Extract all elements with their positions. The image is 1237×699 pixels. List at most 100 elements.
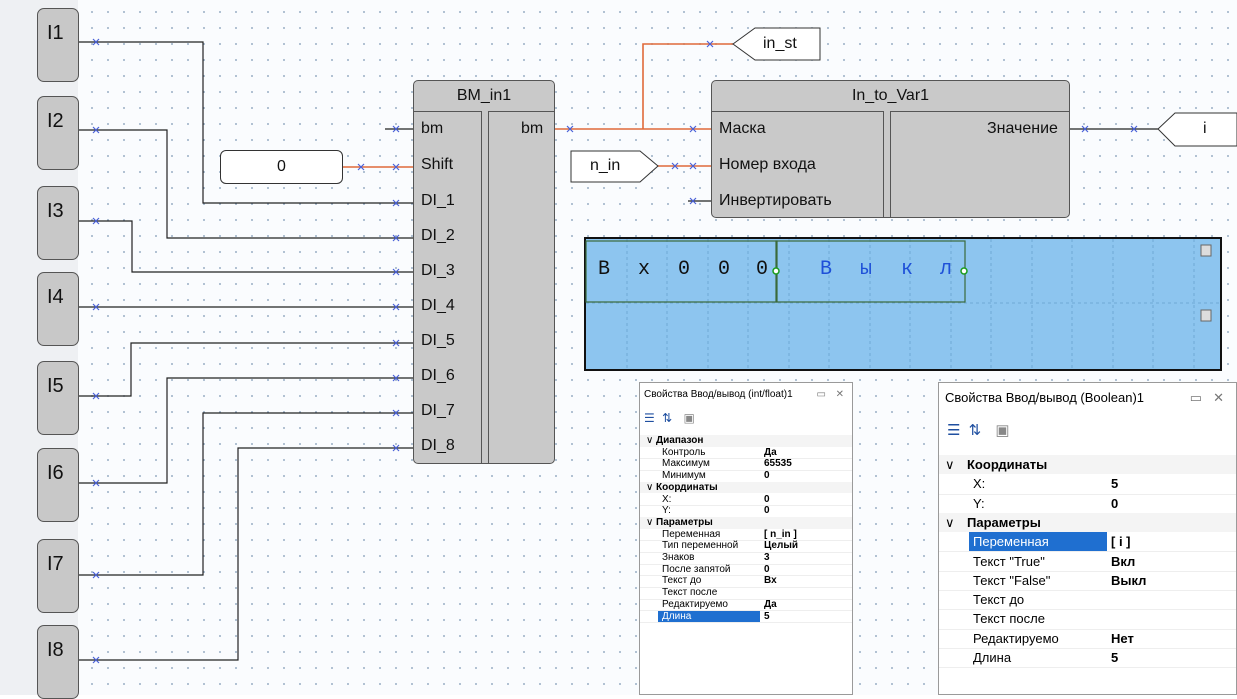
- property-value[interactable]: 0: [1111, 494, 1118, 513]
- pin-invert[interactable]: Инвертировать: [719, 192, 832, 210]
- property-value[interactable]: Вкл: [1111, 552, 1135, 571]
- property-category[interactable]: ∨ Координаты: [640, 481, 852, 494]
- input-block-i5[interactable]: I5: [37, 361, 79, 435]
- chevron-down-icon[interactable]: ∨: [945, 455, 955, 474]
- pin-di-4[interactable]: DI_4: [421, 297, 455, 315]
- pin-di-7[interactable]: DI_7: [421, 402, 455, 420]
- panel-bool-pin-icon[interactable]: ▭: [1190, 383, 1202, 413]
- property-row[interactable]: X: 5: [939, 474, 1236, 495]
- categorized-icon[interactable]: ☰: [947, 422, 960, 439]
- panel-int-close-icon[interactable]: ✕: [836, 383, 844, 407]
- tag-in-st[interactable]: in_st: [763, 35, 797, 53]
- tag-n-in[interactable]: n_in: [590, 157, 620, 175]
- category-label: Параметры: [967, 514, 1041, 530]
- lcd-char: 0: [678, 258, 691, 281]
- pin-di-1[interactable]: DI_1: [421, 192, 455, 210]
- property-name: Минимум: [662, 470, 706, 482]
- lcd-char: 0: [756, 258, 769, 281]
- panel-int-pin-icon[interactable]: ▭: [817, 383, 826, 407]
- property-value[interactable]: 0: [764, 470, 770, 482]
- pin-bm-in[interactable]: bm: [421, 120, 443, 138]
- property-value[interactable]: Да: [764, 447, 777, 459]
- property-value[interactable]: 0: [764, 564, 770, 576]
- property-category[interactable]: ∨ Координаты: [939, 455, 1236, 475]
- property-name: Редактируемо: [973, 630, 1059, 646]
- property-name: Текст "False": [973, 572, 1051, 588]
- panel-bool-close-icon[interactable]: ✕: [1213, 383, 1224, 413]
- wire-i6: [79, 377, 413, 484]
- panel-int-titlebar: Свойства Ввод/вывод (int/float)1 ▭ ✕: [640, 383, 852, 407]
- constant-block[interactable]: 0: [220, 150, 343, 184]
- property-value[interactable]: Нет: [1111, 629, 1134, 648]
- properties-panel-bool[interactable]: Свойства Ввод/вывод (Boolean)1 ▭ ✕ ☰ ⇅ ▣…: [938, 382, 1237, 695]
- input-block-i3[interactable]: I3: [37, 186, 79, 260]
- chevron-down-icon[interactable]: ∨: [945, 513, 955, 532]
- input-block-i6[interactable]: I6: [37, 448, 79, 522]
- property-row[interactable]: Текст "True" Вкл: [939, 552, 1236, 572]
- property-name: Контроль: [662, 446, 706, 458]
- pin-di-5[interactable]: DI_5: [421, 332, 455, 350]
- property-category[interactable]: ∨ Параметры: [939, 512, 1236, 533]
- property-category[interactable]: ∨ Диапазон: [640, 435, 852, 447]
- property-value[interactable]: 5: [1111, 474, 1118, 493]
- property-value[interactable]: Вх: [764, 575, 777, 587]
- properties-panel-int[interactable]: Свойства Ввод/вывод (int/float)1 ▭ ✕ ☰ ⇅…: [639, 382, 853, 695]
- property-row[interactable]: Текст до: [939, 590, 1236, 611]
- bm-in1-title: BM_in1: [414, 81, 554, 112]
- chevron-down-icon[interactable]: ∨: [646, 435, 653, 447]
- property-value[interactable]: 0: [764, 494, 770, 506]
- input-block-i8[interactable]: I8: [37, 625, 79, 699]
- pin-bm-out[interactable]: bm: [521, 120, 543, 138]
- sort-az-icon[interactable]: ⇅: [662, 411, 672, 425]
- input-block-i2[interactable]: I2: [37, 96, 79, 170]
- property-row[interactable]: Длина 5: [939, 648, 1236, 669]
- property-row[interactable]: Длина 5: [640, 610, 852, 624]
- property-name: Текст до: [973, 592, 1025, 608]
- wire-i7: [79, 412, 413, 576]
- pin-shift[interactable]: Shift: [421, 156, 453, 174]
- panel-int-title: Свойства Ввод/вывод (int/float)1: [644, 389, 793, 400]
- property-value[interactable]: 65535: [764, 458, 792, 470]
- property-pages-icon[interactable]: ▣: [684, 411, 695, 425]
- property-row[interactable]: Текст "False" Выкл: [939, 571, 1236, 592]
- property-pages-icon[interactable]: ▣: [995, 422, 1009, 439]
- pin-mask[interactable]: Маска: [719, 120, 766, 138]
- pin-di-6[interactable]: DI_6: [421, 367, 455, 385]
- pin-input-number[interactable]: Номер входа: [719, 156, 816, 174]
- pin-di-2[interactable]: DI_2: [421, 227, 455, 245]
- property-value[interactable]: 5: [1111, 648, 1118, 667]
- property-name: Текст после: [662, 587, 718, 599]
- property-row[interactable]: Переменная[ i ]: [939, 532, 1236, 553]
- categorized-icon[interactable]: ☰: [644, 411, 655, 425]
- input-block-i1[interactable]: I1: [37, 8, 79, 82]
- property-value[interactable]: 5: [764, 611, 770, 623]
- pin-value[interactable]: Значение: [987, 120, 1058, 138]
- pin-di-3[interactable]: DI_3: [421, 262, 455, 280]
- property-name: Текст до: [662, 575, 702, 587]
- property-row[interactable]: Y: 0: [939, 494, 1236, 514]
- property-row[interactable]: Редактируемо Нет: [939, 629, 1236, 649]
- pin-di-8[interactable]: DI_8: [421, 437, 455, 455]
- lcd-char: 0: [718, 258, 731, 281]
- chevron-down-icon[interactable]: ∨: [646, 482, 653, 494]
- property-value[interactable]: 3: [764, 552, 770, 564]
- tag-i[interactable]: i: [1203, 120, 1207, 138]
- chevron-down-icon[interactable]: ∨: [646, 517, 653, 529]
- property-name: Переменная: [969, 532, 1107, 552]
- lcd-char: к: [901, 258, 914, 281]
- property-value[interactable]: [ i ]: [1111, 532, 1131, 551]
- property-value[interactable]: Выкл: [1111, 571, 1146, 590]
- property-value[interactable]: 0: [764, 505, 770, 517]
- property-row[interactable]: Текст после: [939, 609, 1236, 630]
- tag-i-shape: [1157, 112, 1237, 147]
- property-value[interactable]: [ n_in ]: [764, 529, 797, 541]
- property-value[interactable]: Целый: [764, 540, 798, 552]
- panel-int-toolbar: ☰ ⇅ ▣: [644, 411, 695, 425]
- input-block-i7[interactable]: I7: [37, 539, 79, 613]
- property-category[interactable]: ∨ Параметры: [640, 516, 852, 529]
- input-block-i4[interactable]: I4: [37, 272, 79, 346]
- lcd-char: х: [638, 258, 651, 281]
- sort-az-icon[interactable]: ⇅: [969, 422, 982, 439]
- wire-i3: [79, 220, 413, 273]
- property-value[interactable]: Да: [764, 599, 777, 611]
